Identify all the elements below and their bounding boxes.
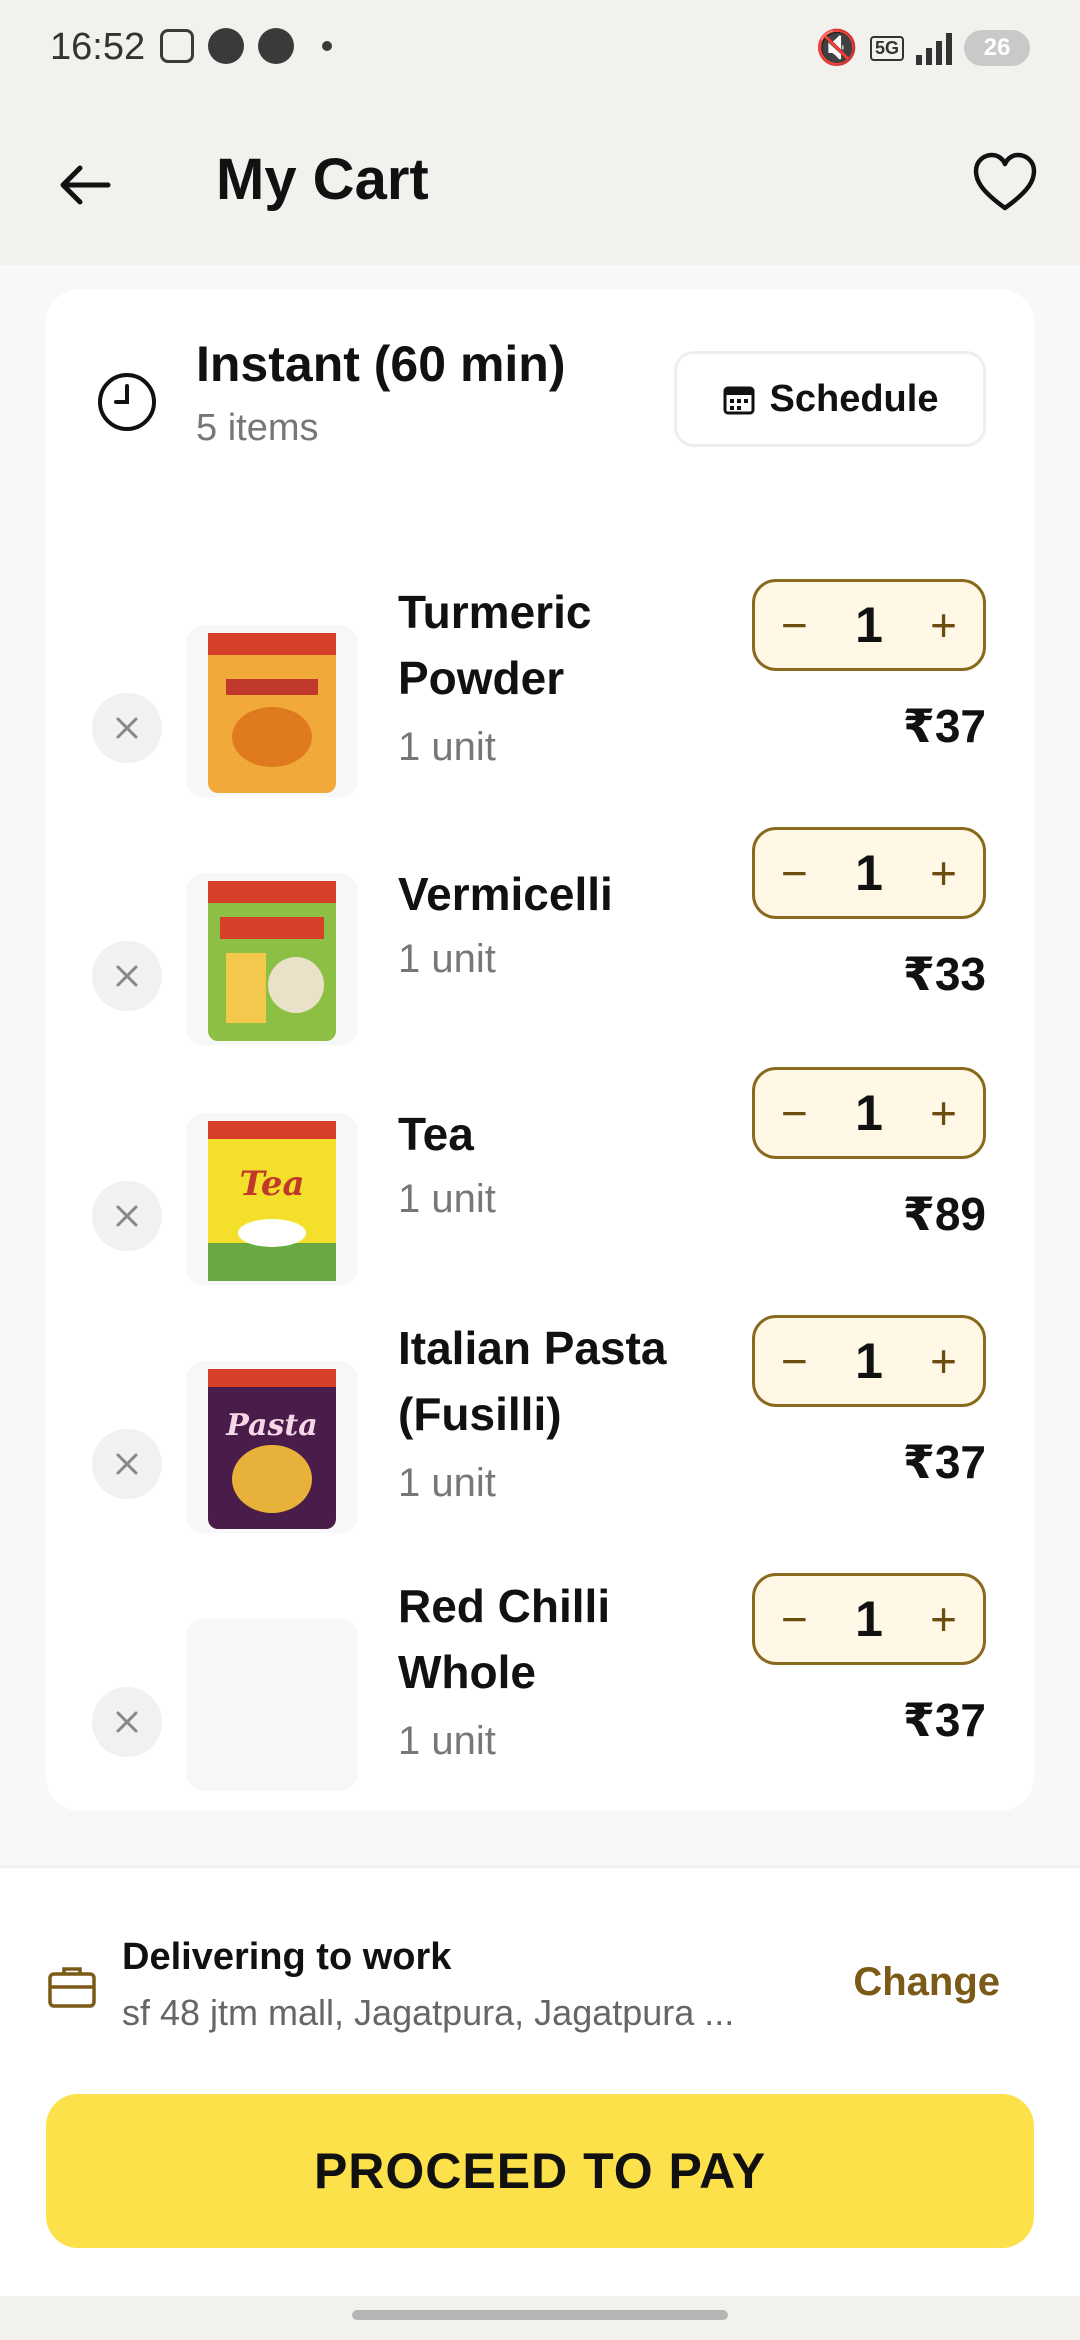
quantity-value: 1 bbox=[855, 1085, 883, 1141]
screenshot-icon bbox=[160, 29, 194, 63]
product-unit: 1 unit bbox=[398, 1461, 496, 1505]
quantity-stepper[interactable]: − 1 + bbox=[752, 827, 986, 919]
cart-item: Tea Tea 1 unit − 1 + ₹89 bbox=[46, 1067, 1034, 1285]
calendar-icon bbox=[723, 386, 755, 415]
product-image-placeholder bbox=[186, 1619, 358, 1791]
product-name: Tea bbox=[398, 1108, 474, 1160]
svg-text:Tea: Tea bbox=[239, 1164, 304, 1204]
cart-item: Vermicelli 1 unit − 1 + ₹33 bbox=[46, 827, 1034, 1045]
product-image: Tea bbox=[186, 1113, 358, 1285]
checkout-sheet: Delivering to work sf 48 jtm mall, Jagat… bbox=[0, 1868, 1080, 2296]
signal-icon bbox=[916, 31, 952, 65]
close-icon bbox=[116, 1711, 138, 1733]
quantity-stepper[interactable]: − 1 + bbox=[752, 579, 986, 671]
cart-item: Pasta Italian Pasta (Fusilli) 1 unit − 1… bbox=[46, 1315, 1034, 1533]
decrease-button[interactable]: − bbox=[781, 598, 808, 652]
increase-button[interactable]: + bbox=[930, 1334, 957, 1388]
cart-card: Instant (60 min) 5 items Schedule Turmer… bbox=[46, 289, 1034, 1811]
schedule-label: Schedule bbox=[769, 377, 939, 420]
chat-icon bbox=[258, 28, 294, 64]
system-icons: 🔇 5G 26 bbox=[816, 28, 1030, 68]
quantity-stepper[interactable]: − 1 + bbox=[752, 1067, 986, 1159]
notification-icons bbox=[160, 28, 332, 64]
remove-item-button[interactable] bbox=[92, 941, 162, 1011]
close-icon bbox=[116, 1205, 138, 1227]
quantity-value: 1 bbox=[855, 1591, 883, 1647]
arrow-left-icon bbox=[60, 165, 111, 205]
product-price: ₹33 bbox=[902, 948, 986, 1000]
wishlist-button[interactable] bbox=[970, 148, 1040, 218]
remove-item-button[interactable] bbox=[92, 1687, 162, 1757]
mute-icon: 🔇 bbox=[815, 29, 858, 67]
more-notifications-icon bbox=[322, 41, 332, 51]
product-pack-icon bbox=[208, 633, 336, 793]
cart-content[interactable]: Instant (60 min) 5 items Schedule Turmer… bbox=[0, 265, 1080, 1865]
product-name: Turmeric Powder bbox=[398, 586, 592, 704]
svg-text:Pasta: Pasta bbox=[225, 1408, 317, 1443]
product-name: Italian Pasta (Fusilli) bbox=[398, 1322, 667, 1440]
product-unit: 1 unit bbox=[398, 725, 496, 769]
schedule-button[interactable]: Schedule bbox=[674, 351, 986, 447]
cart-item: Red Chilli Whole 1 unit − 1 + ₹37 bbox=[46, 1573, 1034, 1791]
product-pack-icon: Tea bbox=[208, 1121, 336, 1281]
change-address-button[interactable]: Change bbox=[853, 1960, 1000, 2005]
product-pack-icon: Pasta bbox=[208, 1369, 336, 1529]
heart-icon bbox=[973, 152, 1037, 211]
product-unit: 1 unit bbox=[398, 937, 496, 981]
status-bar: 16:52 🔇 5G 26 bbox=[0, 0, 1080, 100]
product-unit: 1 unit bbox=[398, 1719, 496, 1763]
remove-item-button[interactable] bbox=[92, 1181, 162, 1251]
quantity-value: 1 bbox=[855, 845, 883, 901]
back-button[interactable] bbox=[50, 150, 120, 220]
home-indicator[interactable] bbox=[352, 2310, 728, 2320]
product-price: ₹37 bbox=[902, 1436, 986, 1488]
briefcase-icon bbox=[48, 1967, 96, 2008]
quantity-stepper[interactable]: − 1 + bbox=[752, 1315, 986, 1407]
quantity-value: 1 bbox=[855, 1333, 883, 1389]
product-price: ₹37 bbox=[902, 1694, 986, 1746]
clock-icon bbox=[98, 373, 156, 431]
product-price: ₹37 bbox=[902, 700, 986, 752]
product-image bbox=[186, 625, 358, 797]
close-icon bbox=[116, 965, 138, 987]
proceed-to-pay-button[interactable]: PROCEED TO PAY bbox=[46, 2094, 1034, 2248]
decrease-button[interactable]: − bbox=[781, 1086, 808, 1140]
item-count: 5 items bbox=[196, 407, 319, 449]
product-pack-icon bbox=[208, 881, 336, 1041]
quantity-stepper[interactable]: − 1 + bbox=[752, 1573, 986, 1665]
increase-button[interactable]: + bbox=[930, 1086, 957, 1140]
remove-item-button[interactable] bbox=[92, 693, 162, 763]
product-image: Pasta bbox=[186, 1361, 358, 1533]
product-price: ₹89 bbox=[902, 1188, 986, 1240]
delivery-address-text: sf 48 jtm mall, Jagatpura, Jagatpura ... bbox=[122, 1992, 735, 2033]
product-name: Red Chilli Whole bbox=[398, 1580, 611, 1698]
product-unit: 1 unit bbox=[398, 1177, 496, 1221]
cart-item: Turmeric Powder 1 unit − 1 + ₹37 bbox=[46, 579, 1034, 797]
product-name: Vermicelli bbox=[398, 868, 613, 920]
message-icon bbox=[208, 28, 244, 64]
status-time: 16:52 bbox=[50, 26, 146, 68]
product-image bbox=[186, 873, 358, 1045]
increase-button[interactable]: + bbox=[930, 846, 957, 900]
delivery-slot-title: Instant (60 min) bbox=[196, 336, 566, 392]
network-type: 5G bbox=[869, 35, 904, 61]
decrease-button[interactable]: − bbox=[781, 846, 808, 900]
page-title: My Cart bbox=[216, 147, 429, 212]
close-icon bbox=[116, 717, 138, 739]
increase-button[interactable]: + bbox=[930, 598, 957, 652]
close-icon bbox=[116, 1453, 138, 1475]
increase-button[interactable]: + bbox=[930, 1592, 957, 1646]
quantity-value: 1 bbox=[855, 597, 883, 653]
remove-item-button[interactable] bbox=[92, 1429, 162, 1499]
decrease-button[interactable]: − bbox=[781, 1334, 808, 1388]
app-header: My Cart bbox=[0, 100, 1080, 265]
battery-icon: 26 bbox=[964, 30, 1030, 66]
delivery-address-title: Delivering to work bbox=[122, 1936, 452, 1978]
decrease-button[interactable]: − bbox=[781, 1592, 808, 1646]
